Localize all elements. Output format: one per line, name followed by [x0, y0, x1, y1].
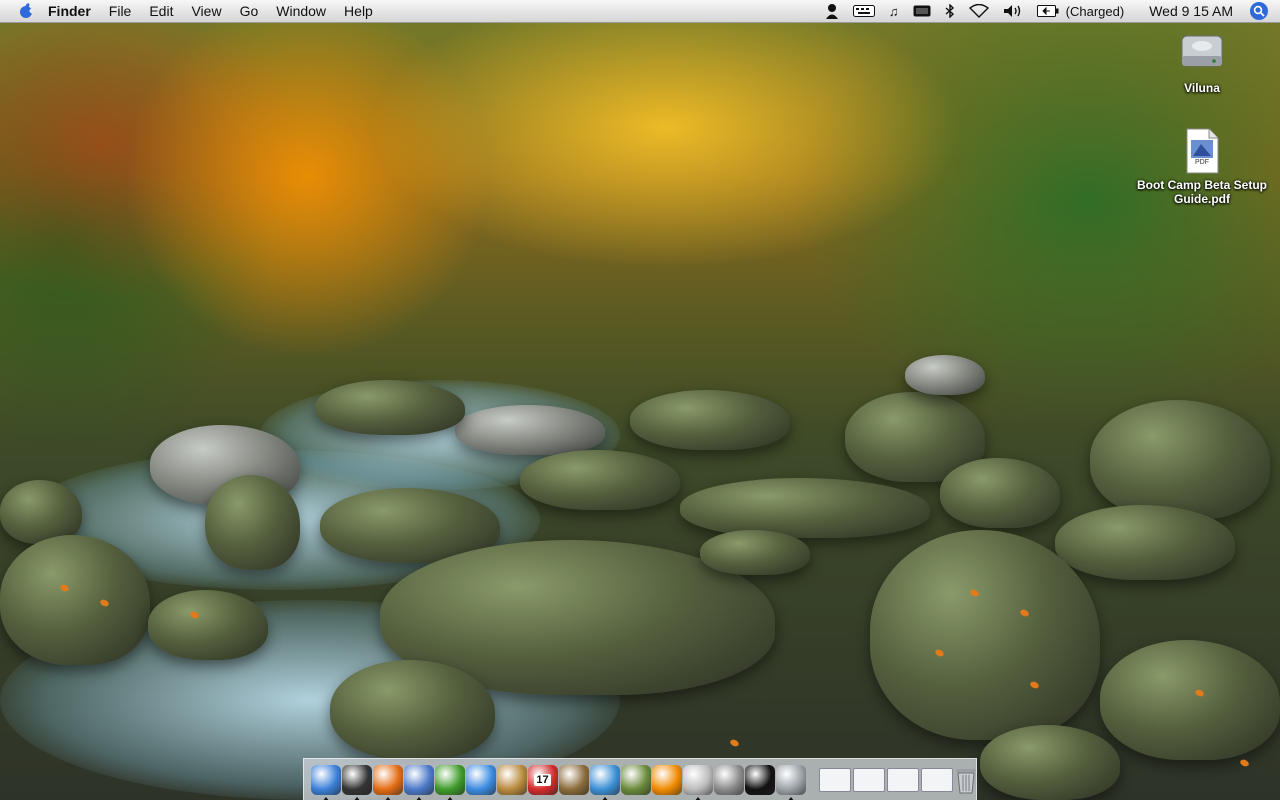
dictionary-icon[interactable]: [558, 764, 589, 795]
menu-help[interactable]: Help: [344, 0, 373, 22]
desktop[interactable]: Finder File Edit View Go Window Help ♫ (…: [0, 0, 1280, 800]
dock-apps: 17: [310, 764, 806, 800]
battery-icon[interactable]: [1036, 0, 1059, 22]
bluetooth-icon[interactable]: [945, 0, 955, 22]
running-indicator: [786, 796, 795, 800]
desktop-icon-label: Boot Camp Beta Setup Guide.pdf: [1136, 178, 1267, 206]
address-book-icon[interactable]: [496, 764, 527, 795]
finder-icon[interactable]: [310, 764, 341, 800]
menu-extras: ♫ (Charged) Wed 9 15 AM: [818, 0, 1280, 22]
running-indicator: [352, 796, 361, 800]
menu-view[interactable]: View: [191, 0, 221, 22]
running-indicator: [383, 796, 392, 800]
hard-drive-icon: [1127, 30, 1277, 77]
system-preferences-icon[interactable]: [713, 764, 744, 795]
terminal-icon[interactable]: [744, 764, 775, 795]
menu-bar: Finder File Edit View Go Window Help ♫ (…: [0, 0, 1280, 23]
dock-documents: [818, 767, 953, 792]
pdf-badge: PDF: [1195, 159, 1209, 166]
wifi-icon[interactable]: [968, 0, 989, 22]
keyboard-icon[interactable]: [852, 0, 875, 22]
desktop-icon-hard-drive[interactable]: Viluna: [1127, 30, 1277, 95]
itunes-icon[interactable]: [589, 764, 620, 800]
window-thumb-2[interactable]: [852, 767, 885, 792]
disk-utility-icon[interactable]: [775, 764, 806, 800]
trash-icon[interactable]: [954, 765, 978, 795]
battery-status[interactable]: (Charged): [1066, 0, 1125, 22]
ical-icon[interactable]: 17: [527, 764, 558, 795]
window-thumb-1[interactable]: [818, 767, 851, 792]
firefox-icon[interactable]: [372, 764, 403, 800]
running-indicator: [321, 796, 330, 800]
pdf-icon: PDF: [1185, 128, 1219, 174]
running-indicator: [414, 796, 423, 800]
dashboard-icon[interactable]: [341, 764, 372, 800]
menu-window[interactable]: Window: [276, 0, 326, 22]
ichat-icon[interactable]: [465, 764, 496, 795]
vlc-icon[interactable]: [651, 764, 682, 795]
adium-icon[interactable]: [434, 764, 465, 800]
window-thumb-4[interactable]: [920, 767, 953, 792]
running-indicator: [693, 796, 702, 800]
menu-edit[interactable]: Edit: [149, 0, 173, 22]
menu-app-finder[interactable]: Finder: [48, 0, 91, 22]
user-icon[interactable]: [825, 0, 839, 22]
textedit-icon[interactable]: [620, 764, 651, 795]
spotlight-search-icon[interactable]: [1250, 2, 1268, 20]
ical-date-badge: 17: [534, 773, 551, 786]
display-icon[interactable]: [913, 0, 931, 22]
menu-file[interactable]: File: [109, 0, 132, 22]
automator-icon[interactable]: [682, 764, 713, 800]
dock: 17: [303, 758, 977, 800]
menu-go[interactable]: Go: [240, 0, 259, 22]
music-icon[interactable]: ♫: [889, 0, 899, 22]
window-thumb-3[interactable]: [886, 767, 919, 792]
menu-clock[interactable]: Wed 9 15 AM: [1149, 0, 1233, 22]
preview-icon[interactable]: [403, 764, 434, 800]
desktop-icon-pdf[interactable]: PDF Boot Camp Beta Setup Guide.pdf: [1127, 128, 1277, 206]
running-indicator: [445, 796, 454, 800]
volume-icon[interactable]: [1003, 0, 1023, 22]
apple-menu-icon[interactable]: [18, 3, 34, 19]
running-indicator: [600, 796, 609, 800]
desktop-icon-label: Viluna: [1184, 81, 1220, 95]
